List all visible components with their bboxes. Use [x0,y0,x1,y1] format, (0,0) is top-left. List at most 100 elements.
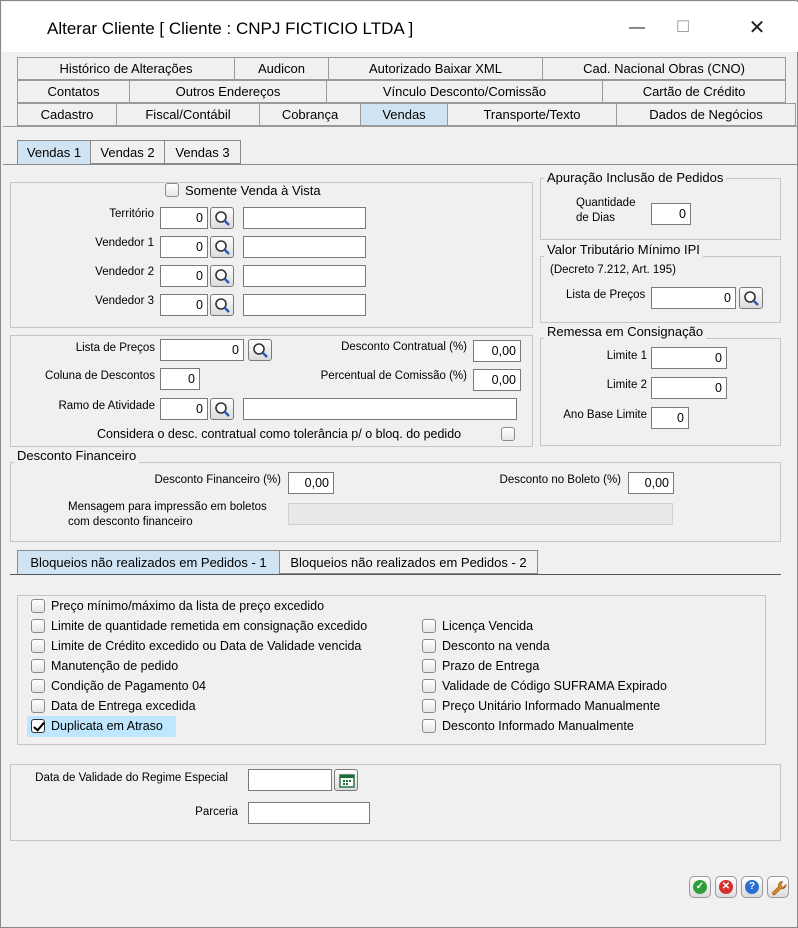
bloq-suframa-checkbox[interactable] [422,679,436,693]
tools-button[interactable] [767,876,789,898]
ano-base-limite-input[interactable]: 0 [651,407,689,429]
tab-cobranca[interactable]: Cobrança [259,103,361,126]
limite-1-input[interactable]: 0 [651,347,727,369]
tab-cad-nacional-obras[interactable]: Cad. Nacional Obras (CNO) [542,57,786,80]
bloq-data-entrega-checkbox[interactable] [31,699,45,713]
ramo-atividade-code-input[interactable]: 0 [160,398,208,420]
tab-vinculo-desconto-comissao[interactable]: Vínculo Desconto/Comissão [326,80,603,103]
vendedor-3-code-input[interactable]: 0 [160,294,208,316]
territorio-code-input[interactable]: 0 [160,207,208,229]
wrench-icon [772,881,787,896]
vendedor-2-search-button[interactable] [210,265,234,287]
lista-precos-search-button[interactable] [248,339,272,361]
maximize-button[interactable]: ☐ [660,6,706,50]
territorio-search-button[interactable] [210,207,234,229]
tab-cartao-credito[interactable]: Cartão de Crédito [602,80,786,103]
bloq-manutencao-pedido-checkbox[interactable] [31,659,45,673]
ipi-lista-precos-input[interactable]: 0 [651,287,736,309]
bloq-limite-consignacao-label: Limite de quantidade remetida em consign… [51,619,368,633]
percentual-comissao-label: Percentual de Comissão (%) [320,370,467,382]
tab-autorizado-baixar-xml[interactable]: Autorizado Baixar XML [328,57,543,80]
bloq-licenca-vencida-label: Licença Vencida [442,619,534,633]
dialog-window: Alterar Cliente [ Cliente : CNPJ FICTICI… [0,0,798,928]
tab-cadastro[interactable]: Cadastro [17,103,117,126]
help-button[interactable]: ? [741,876,763,898]
vendedor-3-label: Vendedor 3 [95,295,154,307]
vendedor-2-label: Vendedor 2 [95,266,154,278]
subtab-vendas-3[interactable]: Vendas 3 [164,140,241,164]
ramo-atividade-search-button[interactable] [210,398,234,420]
bloq-prazo-entrega-checkbox[interactable] [422,659,436,673]
limite-2-input[interactable]: 0 [651,377,727,399]
bloq-desconto-venda-label: Desconto na venda [442,639,550,653]
cancel-button[interactable]: ✕ [715,876,737,898]
tab-outros-enderecos[interactable]: Outros Endereços [129,80,327,103]
search-icon [215,211,230,226]
ano-base-limite-label: Ano Base Limite [563,409,647,421]
vendedor-2-description-input[interactable] [243,265,366,287]
bloq-limite-consignacao-checkbox[interactable] [31,619,45,633]
bloq-desconto-manual-checkbox[interactable] [422,719,436,733]
bloq-desconto-venda-checkbox[interactable] [422,639,436,653]
desconto-financeiro-title: Desconto Financeiro [14,448,140,463]
search-icon [215,240,230,255]
parceria-input[interactable] [248,802,370,824]
subtab-divider [3,164,797,165]
tab-audicon[interactable]: Audicon [234,57,329,80]
ipi-title: Valor Tributário Mínimo IPI [544,242,703,257]
tab-bloqueios-1[interactable]: Bloqueios não realizados em Pedidos - 1 [17,550,280,574]
tab-dados-negocios[interactable]: Dados de Negócios [616,103,796,126]
close-button[interactable]: ✕ [734,6,780,50]
bloq-licenca-vencida-checkbox[interactable] [422,619,436,633]
title-bar: Alterar Cliente [ Cliente : CNPJ FICTICI… [2,2,798,52]
calendar-button[interactable] [334,769,358,791]
ipi-lista-precos-search-button[interactable] [739,287,763,309]
mensagem-boletos-label-2: com desconto financeiro [68,516,193,528]
bloq-condicao-pagamento-checkbox[interactable] [31,679,45,693]
consignacao-title: Remessa em Consignação [544,324,707,339]
somente-vista-checkbox[interactable] [165,183,179,197]
bloq-limite-credito-checkbox[interactable] [31,639,45,653]
ramo-atividade-description-input[interactable] [243,398,517,420]
vendedor-1-code-input[interactable]: 0 [160,236,208,258]
bloq-preco-minimo-checkbox[interactable] [31,599,45,613]
bloq-preco-unitario-checkbox[interactable] [422,699,436,713]
considera-desconto-checkbox[interactable] [501,427,515,441]
ipi-lista-precos-label: Lista de Preços [566,289,646,301]
search-icon [215,269,230,284]
tab-transporte-texto[interactable]: Transporte/Texto [447,103,617,126]
bloq-duplicata-atraso-checkbox[interactable] [31,719,45,733]
quantidade-dias-input[interactable]: 0 [651,203,691,225]
tab-fiscal-contabil[interactable]: Fiscal/Contábil [116,103,260,126]
quantidade-label: Quantidade [576,197,636,209]
minimize-button[interactable]: — [614,6,660,50]
bloq-preco-unitario-label: Preço Unitário Informado Manualmente [442,699,661,713]
vendedor-1-search-button[interactable] [210,236,234,258]
vendedor-3-description-input[interactable] [243,294,366,316]
bloq-desconto-manual-label: Desconto Informado Manualmente [442,719,634,733]
coluna-descontos-input[interactable]: 0 [160,368,200,390]
subtab-vendas-2[interactable]: Vendas 2 [90,140,165,164]
tab-contatos[interactable]: Contatos [17,80,130,103]
subtab-vendas-1[interactable]: Vendas 1 [17,140,91,164]
desconto-financeiro-input[interactable]: 0,00 [288,472,334,494]
vendedor-2-code-input[interactable]: 0 [160,265,208,287]
vendedor-3-search-button[interactable] [210,294,234,316]
bloq-duplicata-atraso-label: Duplicata em Atraso [51,719,163,733]
tab-vendas[interactable]: Vendas [360,103,448,126]
desconto-contratual-input[interactable]: 0,00 [473,340,521,362]
percentual-comissao-input[interactable]: 0,00 [473,369,521,391]
data-validade-regime-input[interactable] [248,769,332,791]
tab-historico-alteracoes[interactable]: Histórico de Alterações [17,57,235,80]
bloq-data-entrega-label: Data de Entrega excedida [51,699,196,713]
bloq-prazo-entrega-label: Prazo de Entrega [442,659,540,673]
mensagem-boletos-input[interactable] [288,503,673,525]
desconto-boleto-input[interactable]: 0,00 [628,472,674,494]
territorio-label: Território [109,208,154,220]
lista-precos-input[interactable]: 0 [160,339,244,361]
vendedor-1-description-input[interactable] [243,236,366,258]
confirm-button[interactable]: ✓ [689,876,711,898]
bloq-preco-minimo-label: Preço mínimo/máximo da lista de preço ex… [51,599,325,613]
tab-bloqueios-2[interactable]: Bloqueios não realizados em Pedidos - 2 [279,550,538,574]
territorio-description-input[interactable] [243,207,366,229]
